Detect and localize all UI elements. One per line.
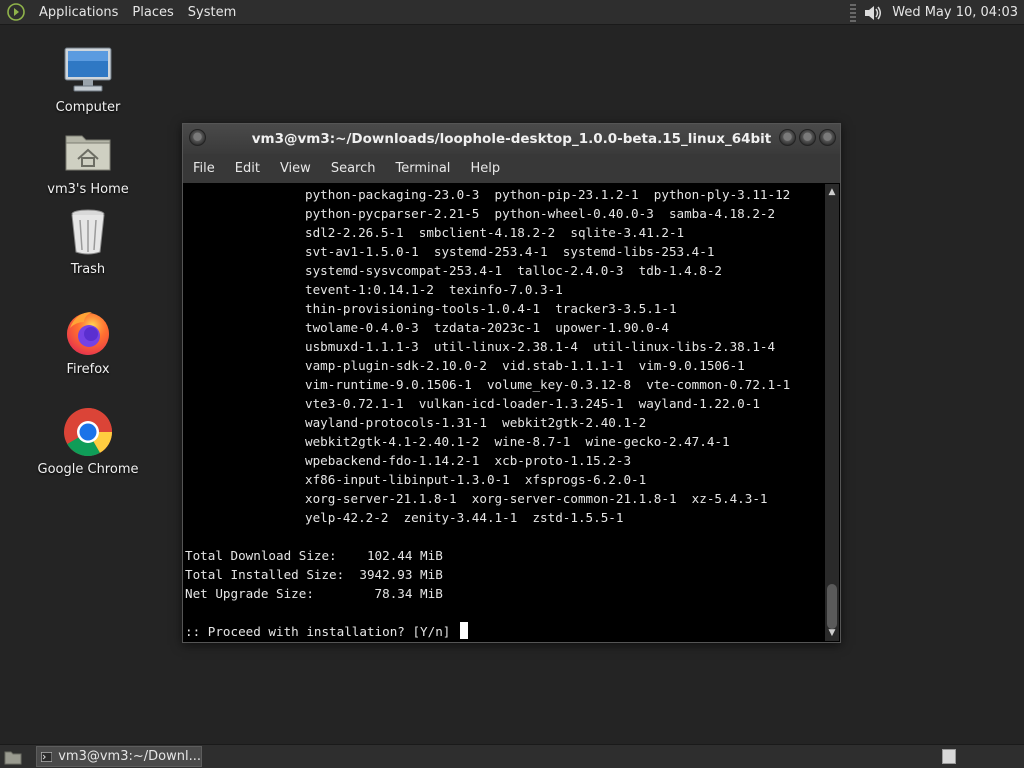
desktop-computer[interactable]: Computer (28, 44, 148, 115)
terminal-cursor (459, 622, 468, 639)
firefox-icon (62, 306, 114, 358)
desktop-firefox[interactable]: Firefox (28, 306, 148, 377)
chrome-icon (62, 406, 114, 458)
package-line: vim-runtime-9.0.1506-1 volume_key-0.3.12… (305, 377, 791, 392)
window-titlebar[interactable]: vm3@vm3:~/Downloads/loophole-desktop_1.0… (183, 124, 840, 154)
package-line: thin-provisioning-tools-1.0.4-1 tracker3… (305, 301, 677, 316)
computer-icon (62, 44, 114, 96)
desktop-icon-label: Trash (70, 262, 106, 277)
terminal-scrollbar[interactable]: ▲ ▼ (825, 184, 839, 641)
terminal-menubar: File Edit View Search Terminal Help (183, 154, 840, 183)
package-line: wpebackend-fdo-1.14.2-1 xcb-proto-1.15.2… (305, 453, 632, 468)
menu-view[interactable]: View (270, 161, 321, 176)
desktop-icon-label: Google Chrome (37, 462, 139, 477)
menu-file[interactable]: File (183, 161, 225, 176)
install-prompt-line: :: Proceed with installation? [Y/n] (185, 622, 825, 641)
total-installed-size: Total Installed Size: 3942.93 MiB (185, 567, 443, 582)
maximize-button[interactable] (799, 129, 816, 146)
taskbar-terminal-button[interactable]: vm3@vm3:~/Downl... (36, 746, 202, 767)
package-line: vte3-0.72.1-1 vulkan-icd-loader-1.3.245-… (305, 396, 760, 411)
desktop-chrome[interactable]: Google Chrome (28, 406, 148, 477)
package-line: sdl2-2.26.5-1 smbclient-4.18.2-2 sqlite-… (305, 225, 685, 240)
home-folder-icon (62, 126, 114, 178)
package-line: tevent-1:0.14.1-2 texinfo-7.0.3-1 (305, 282, 563, 297)
minimize-button[interactable] (779, 129, 796, 146)
package-line: xf86-input-libinput-1.3.0-1 xfsprogs-6.2… (305, 472, 647, 487)
total-download-size: Total Download Size: 102.44 MiB (185, 548, 443, 563)
scrollbar-thumb[interactable] (827, 584, 837, 629)
net-upgrade-size: Net Upgrade Size: 78.34 MiB (185, 586, 443, 601)
menu-search[interactable]: Search (321, 161, 386, 176)
system-menu[interactable]: System (181, 0, 243, 25)
applications-logo-icon[interactable] (6, 2, 26, 22)
window-title: vm3@vm3:~/Downloads/loophole-desktop_1.0… (251, 131, 772, 147)
desktop-icon-label: Computer (55, 100, 121, 115)
terminal-window[interactable]: vm3@vm3:~/Downloads/loophole-desktop_1.0… (182, 123, 841, 643)
bottom-panel: vm3@vm3:~/Downl... (0, 744, 1024, 768)
package-line: webkit2gtk-4.1-2.40.1-2 wine-8.7-1 wine-… (305, 434, 730, 449)
package-line: yelp-42.2-2 zenity-3.44.1-1 zstd-1.5.5-1 (305, 510, 624, 525)
package-line: usbmuxd-1.1.1-3 util-linux-2.38.1-4 util… (305, 339, 776, 354)
terminal-icon (41, 751, 53, 762)
desktop-icon-label: Firefox (66, 362, 110, 377)
trash-icon (62, 206, 114, 258)
package-line: xorg-server-21.1.8-1 xorg-server-common-… (305, 491, 768, 506)
package-line: svt-av1-1.5.0-1 systemd-253.4-1 systemd-… (305, 244, 715, 259)
package-line: twolame-0.4.0-3 tzdata-2023c-1 upower-1.… (305, 320, 669, 335)
menu-terminal[interactable]: Terminal (385, 161, 460, 176)
package-line: systemd-sysvcompat-253.4-1 talloc-2.4.0-… (305, 263, 723, 278)
install-prompt: :: Proceed with installation? [Y/n] (185, 624, 458, 639)
scroll-down-arrow-icon[interactable]: ▼ (825, 627, 839, 639)
package-line: wayland-protocols-1.31-1 webkit2gtk-2.40… (305, 415, 647, 430)
workspace-switcher[interactable] (942, 749, 956, 764)
clock[interactable]: Wed May 10, 04:03 (890, 5, 1024, 20)
top-panel: Applications Places System Wed May 10, 0… (0, 0, 1024, 25)
volume-icon[interactable] (862, 2, 884, 24)
menu-edit[interactable]: Edit (225, 161, 270, 176)
terminal-output[interactable]: python-packaging-23.0-3 python-pip-23.1.… (185, 184, 825, 641)
top-panel-tray: Wed May 10, 04:03 (850, 0, 1024, 25)
places-menu[interactable]: Places (125, 0, 180, 25)
applications-menu[interactable]: Applications (32, 0, 125, 25)
taskbar-task-label: vm3@vm3:~/Downl... (58, 749, 201, 764)
menu-help[interactable]: Help (460, 161, 510, 176)
scroll-up-arrow-icon[interactable]: ▲ (825, 186, 839, 198)
desktop-trash[interactable]: Trash (28, 206, 148, 277)
panel-separator (850, 3, 857, 22)
window-menu-button[interactable] (189, 129, 206, 146)
desktop-icon-label: vm3's Home (47, 182, 129, 197)
package-line: python-pycparser-2.21-5 python-wheel-0.4… (305, 206, 776, 221)
close-button[interactable] (819, 129, 836, 146)
package-line: python-packaging-23.0-3 python-pip-23.1.… (305, 187, 791, 202)
show-desktop-icon[interactable] (2, 746, 24, 768)
package-line: vamp-plugin-sdk-2.10.0-2 vid.stab-1.1.1-… (305, 358, 745, 373)
desktop-home[interactable]: vm3's Home (28, 126, 148, 197)
